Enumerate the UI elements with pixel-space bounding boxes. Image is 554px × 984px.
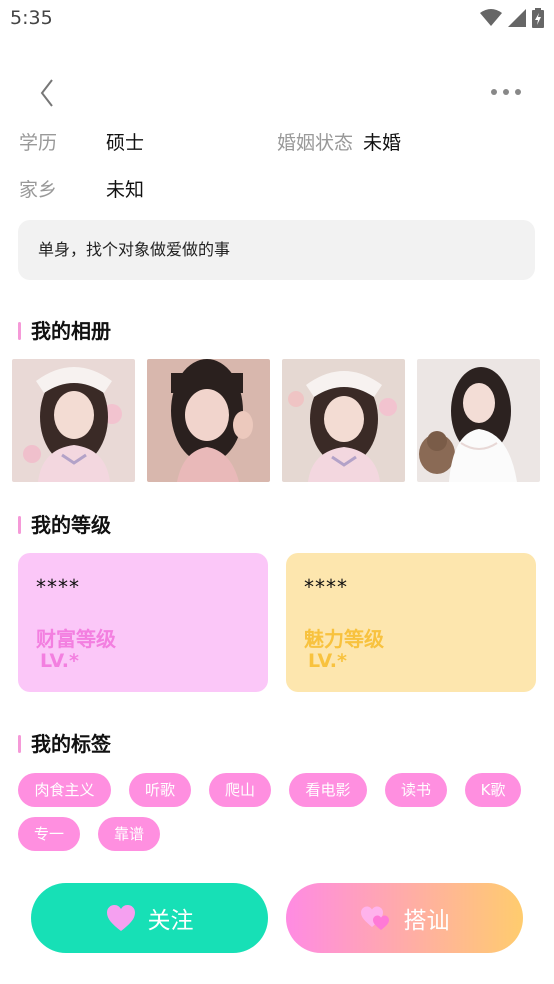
section-accent-bar — [18, 735, 21, 753]
tag-chip[interactable]: 靠谱 — [98, 817, 160, 851]
wealth-level-value: LV.* — [40, 650, 79, 672]
album-photo-1[interactable] — [12, 359, 135, 482]
level-title-text: 我的等级 — [31, 513, 111, 537]
signal-icon — [508, 9, 526, 27]
tags-title-text: 我的标签 — [31, 732, 111, 756]
education-label: 学历 — [19, 132, 58, 154]
wealth-level-card[interactable]: **** 财富等级 LV.* — [18, 553, 268, 692]
bio-box: 单身，找个对象做爱做的事 — [18, 220, 535, 280]
heart-icon — [106, 905, 135, 931]
tag-chip[interactable]: 肉食主义 — [18, 773, 111, 807]
photo-album — [12, 359, 542, 483]
album-section-title: 我的相册 — [18, 315, 111, 344]
tag-chip[interactable]: K歌 — [465, 773, 521, 807]
section-accent-bar — [18, 516, 21, 534]
album-title-text: 我的相册 — [31, 319, 111, 343]
marital-value: 未婚 — [363, 132, 402, 154]
tag-chip[interactable]: 看电影 — [289, 773, 367, 807]
tag-chip[interactable]: 爬山 — [209, 773, 271, 807]
battery-icon — [532, 8, 544, 28]
hometown-value: 未知 — [106, 179, 145, 201]
tag-chip[interactable]: 听歌 — [129, 773, 191, 807]
more-icon[interactable] — [488, 80, 528, 104]
follow-button[interactable]: 关注 — [31, 883, 268, 953]
tags-section-title: 我的标签 — [18, 728, 111, 757]
section-accent-bar — [18, 322, 21, 340]
marital-label: 婚姻状态 — [277, 132, 354, 154]
status-icons — [480, 8, 544, 28]
status-bar: 5:35 — [0, 0, 554, 38]
level-section-title: 我的等级 — [18, 509, 111, 538]
chat-label: 搭讪 — [403, 908, 450, 934]
wealth-level-stars: **** — [36, 575, 80, 599]
tag-chip[interactable]: 专一 — [18, 817, 80, 851]
wifi-icon — [480, 9, 502, 26]
album-photo-4[interactable] — [417, 359, 540, 482]
chat-button[interactable]: 搭讪 — [286, 883, 523, 953]
hometown-label: 家乡 — [19, 179, 58, 201]
wealth-level-name: 财富等级 — [36, 627, 116, 651]
follow-label: 关注 — [147, 908, 194, 934]
status-time: 5:35 — [10, 7, 53, 29]
album-photo-2[interactable] — [147, 359, 270, 482]
education-value: 硕士 — [106, 132, 145, 154]
charm-level-card[interactable]: **** 魅力等级 LV.* — [286, 553, 536, 692]
charm-level-name: 魅力等级 — [304, 627, 384, 651]
album-photo-3[interactable] — [282, 359, 405, 482]
back-icon[interactable] — [32, 76, 66, 110]
charm-level-value: LV.* — [308, 650, 347, 672]
hearts-icon — [360, 906, 389, 930]
charm-level-stars: **** — [304, 575, 348, 599]
tag-chip[interactable]: 读书 — [385, 773, 447, 807]
